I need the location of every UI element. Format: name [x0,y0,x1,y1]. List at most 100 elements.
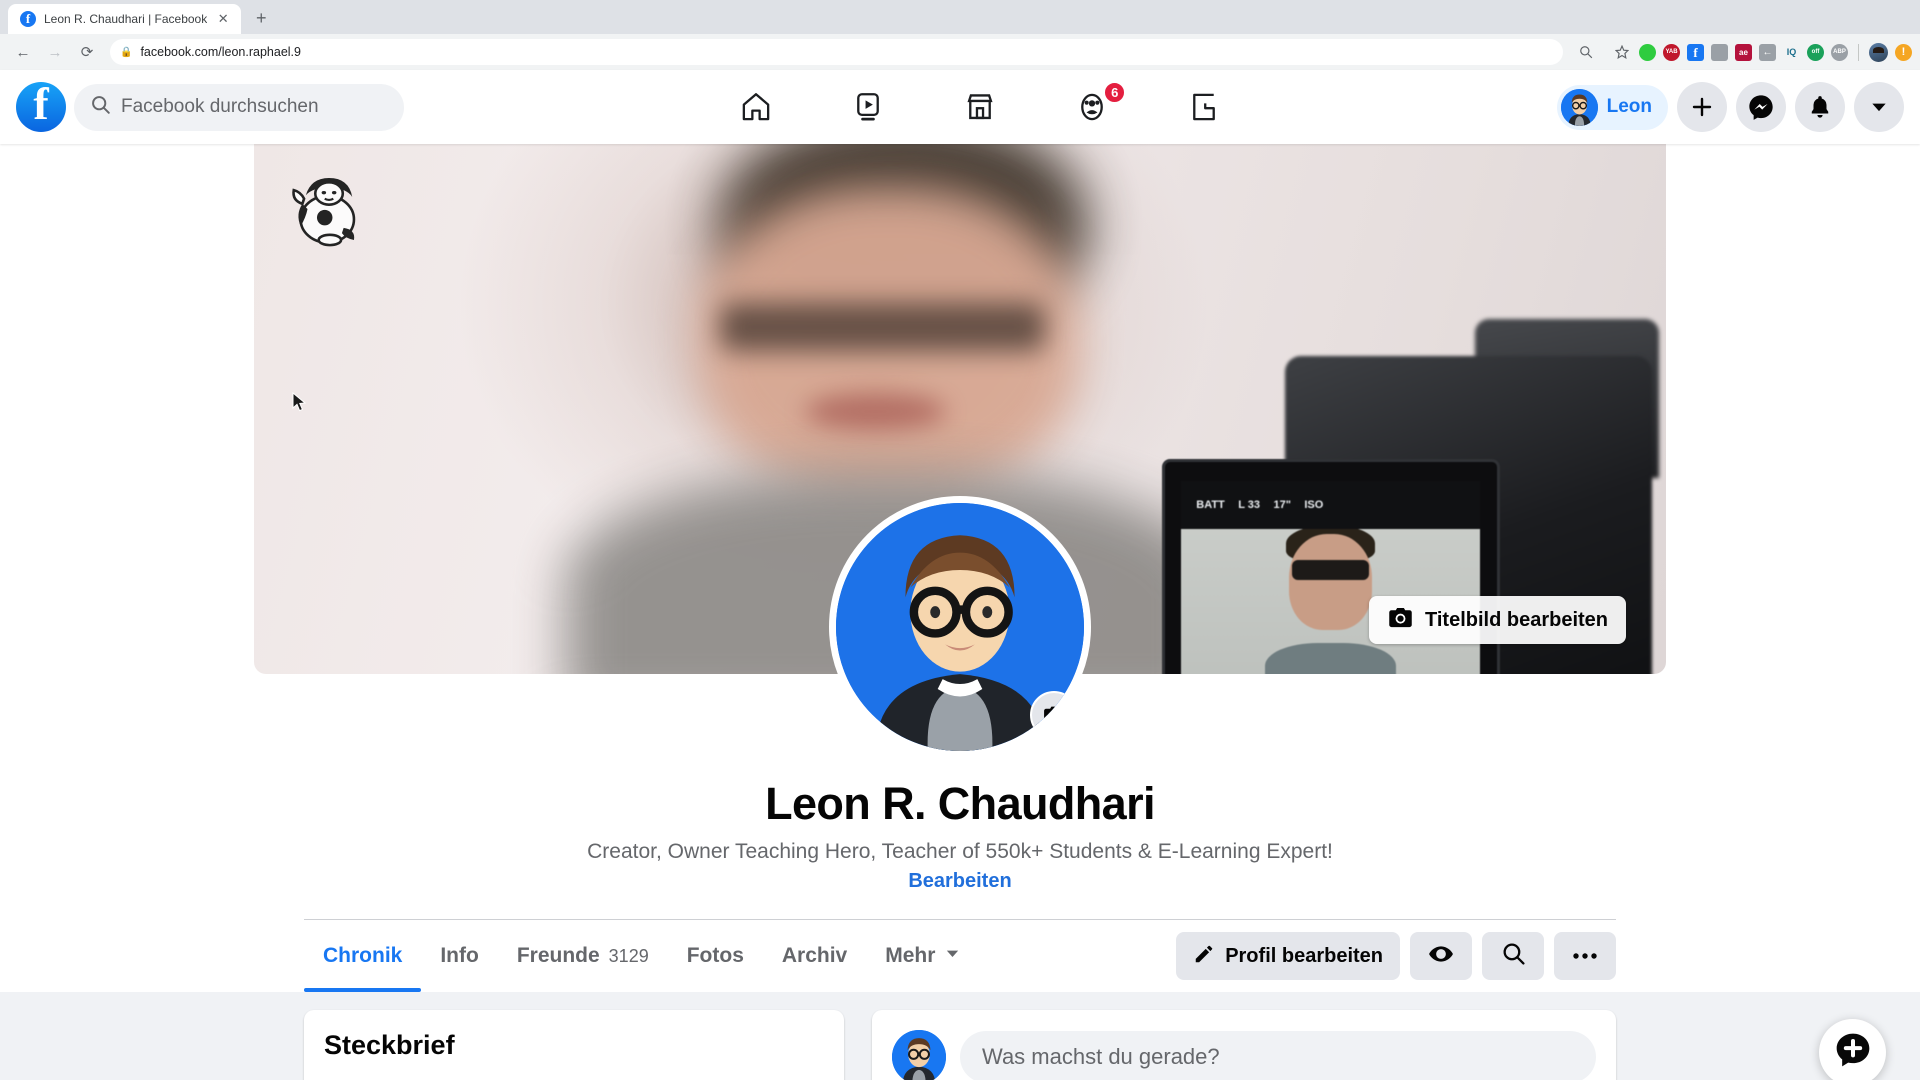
camera-lcd-screen: BATT L 33 17" ISO [1181,481,1480,674]
yab-extension-icon[interactable]: YAB [1663,43,1680,61]
home-icon[interactable] [700,77,812,137]
view-as-button[interactable] [1410,932,1472,980]
tab-label: Chronik [323,944,403,967]
cover-blur-mouth [804,393,946,431]
forward-arrow-icon[interactable]: → [40,37,70,67]
facebook-logo[interactable]: f [16,82,66,132]
left-column: Steckbrief Owner and Founder bei Teachin… [304,1010,844,1080]
back-arrow-icon[interactable]: ← [8,37,38,67]
edit-profile-button[interactable]: Profil bearbeiten [1176,932,1400,980]
notifications-button[interactable] [1795,82,1845,132]
page-title: Leon R. Chaudhari [765,778,1155,829]
profile-search-button[interactable] [1482,932,1544,980]
composer-avatar[interactable] [892,1030,946,1080]
eye-icon [1428,941,1454,972]
account-menu-button[interactable] [1854,82,1904,132]
gaming-icon[interactable] [1148,77,1260,137]
lcd-person-torso [1264,643,1397,674]
green-shield-extension-icon[interactable] [1639,43,1656,61]
composer-input[interactable]: Was machst du gerade? [960,1031,1596,1080]
lcd-indicator: BATT [1196,499,1225,512]
search-placeholder: Facebook durchsuchen [121,96,319,117]
intro-card-title: Steckbrief [324,1030,455,1060]
toolbar-divider [1858,43,1859,61]
reload-icon[interactable]: ⟳ [72,37,102,67]
profile-avatar-wrap [829,496,1091,758]
iq-extension-icon[interactable]: IQ [1783,44,1800,61]
cover-blur-glasses [719,303,1045,351]
marketplace-icon[interactable] [924,77,1036,137]
browser-tab-title: Leon R. Chaudhari | Facebook [44,12,208,26]
lcd-indicator: 17" [1273,499,1291,512]
nav-left-section: f Facebook durchsuchen [16,82,404,132]
search-input[interactable]: Facebook durchsuchen [74,83,404,131]
profile-bio: Creator, Owner Teaching Hero, Teacher of… [587,840,1333,863]
groups-badge: 6 [1103,81,1127,104]
profile-content: Steckbrief Owner and Founder bei Teachin… [304,1010,1616,1080]
edit-bio-link[interactable]: Bearbeiten [908,870,1011,893]
browser-tabstrip: f Leon R. Chaudhari | Facebook ✕ + [0,0,1920,34]
address-bar[interactable]: 🔒 facebook.com/leon.raphael.9 [110,39,1563,65]
tab-label: Info [440,944,479,967]
tab-info[interactable]: Info [421,920,497,992]
facebook-icon: f [20,11,36,27]
watch-icon[interactable] [812,77,924,137]
tab-label: Archiv [781,944,848,967]
tab-mehr[interactable]: Mehr [866,920,980,992]
new-message-icon [1833,1030,1873,1075]
browser-chrome: f Leon R. Chaudhari | Facebook ✕ + ← → ⟳… [0,0,1920,70]
composer-placeholder: Was machst du gerade? [982,1044,1220,1069]
profile-avatar[interactable] [829,496,1091,758]
search-icon [90,94,111,120]
tab-freunde[interactable]: Freunde 3129 [498,920,668,992]
page-body: BATT L 33 17" ISO Titelbild bearbeiten L… [0,144,1920,1080]
facebook-extension-icon[interactable]: f [1687,43,1704,61]
create-plus-button[interactable] [1677,82,1727,132]
profile-shell: BATT L 33 17" ISO Titelbild bearbeiten L… [0,144,1920,992]
chrome-profile-avatar[interactable] [1869,42,1888,62]
off-extension-icon[interactable]: off [1807,43,1824,61]
camera-lcd-indicators: BATT L 33 17" ISO [1181,481,1480,530]
abp-extension-icon[interactable]: ABP [1831,43,1848,61]
lcd-indicator: L 33 [1238,499,1261,512]
zoom-icon[interactable] [1571,37,1601,67]
star-icon[interactable] [1607,37,1637,67]
tab-archiv[interactable]: Archiv [763,920,866,992]
url-text: facebook.com/leon.raphael.9 [140,45,301,59]
edit-cover-photo-label: Titelbild bearbeiten [1425,608,1608,631]
warning-icon[interactable]: ! [1895,43,1912,61]
plus-icon[interactable]: + [247,4,275,32]
close-icon[interactable]: ✕ [215,11,231,27]
messenger-button[interactable] [1736,82,1786,132]
tab-chronik[interactable]: Chronik [304,920,422,992]
composer-top-row: Was machst du gerade? [892,1030,1596,1080]
user-avatar [1560,88,1598,126]
ellipsis-icon [1572,947,1598,965]
profile-action-buttons: Profil bearbeiten [1176,932,1616,980]
tab-label: Fotos [686,944,744,967]
right-column: Was machst du gerade? [872,1010,1616,1080]
browser-toolbar: ← → ⟳ 🔒 facebook.com/leon.raphael.9 YAB … [0,34,1920,70]
lcd-person-glasses [1291,560,1370,580]
lock-icon: 🔒 [120,46,133,58]
edit-profile-photo-button[interactable] [1030,691,1078,739]
lcd-indicator: ISO [1304,499,1324,512]
grey-extension-icon[interactable] [1711,43,1728,61]
tab-label: Freunde [516,944,600,967]
post-composer: Was machst du gerade? [872,1010,1616,1080]
chevron-down-icon [944,944,961,968]
intro-card: Steckbrief Owner and Founder bei Teachin… [304,1010,844,1080]
browser-tab[interactable]: f Leon R. Chaudhari | Facebook ✕ [8,4,242,34]
new-message-button[interactable] [1819,1019,1886,1080]
pencil-icon [1193,943,1215,970]
pocket-extension-icon[interactable]: ← [1759,43,1776,61]
tab-fotos[interactable]: Fotos [668,920,763,992]
nav-profile-button[interactable]: Leon [1556,84,1668,130]
nav-right-section: Leon [1556,82,1904,132]
facebook-top-nav: f Facebook durchsuchen 6 Leon [0,70,1920,144]
profile-more-button[interactable] [1554,932,1616,980]
ae-extension-icon[interactable]: ae [1735,43,1752,61]
edit-cover-photo-button[interactable]: Titelbild bearbeiten [1369,596,1626,644]
tab-label: Mehr [885,944,936,967]
groups-icon[interactable]: 6 [1036,77,1148,137]
